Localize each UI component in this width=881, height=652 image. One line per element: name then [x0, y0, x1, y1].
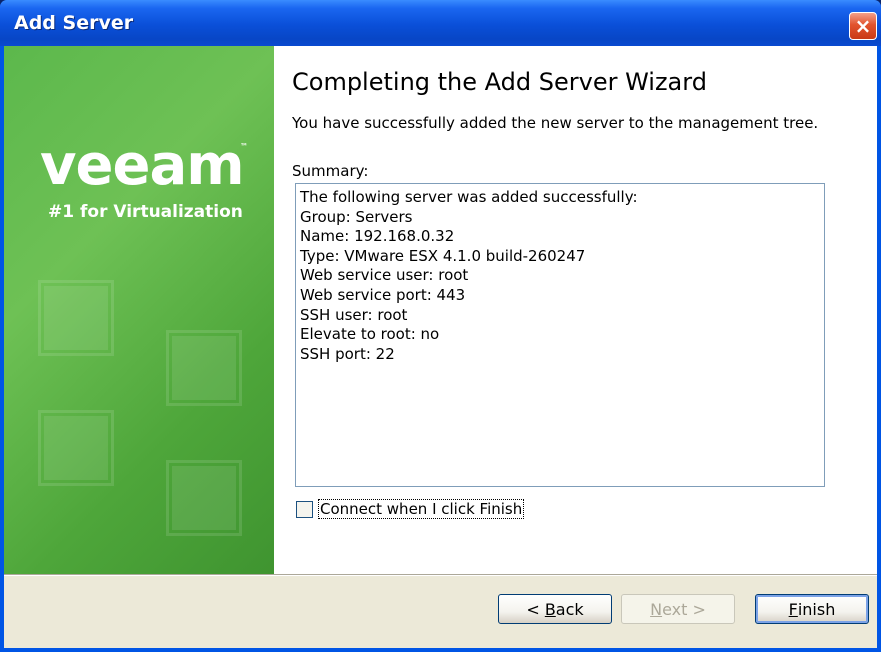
summary-line: Name: 192.168.0.32 [300, 227, 455, 246]
connect-checkbox-label[interactable]: Connect when I click Finish [317, 499, 525, 519]
wizard-client-area: veeam ™ #1 for Virtualization Completing… [4, 46, 877, 648]
page-title: Completing the Add Server Wizard [292, 68, 707, 96]
back-button[interactable]: < Back [498, 594, 612, 624]
close-icon: × [854, 14, 872, 38]
banner-decoration [38, 410, 114, 486]
wizard-content: Completing the Add Server Wizard You hav… [274, 46, 877, 574]
finish-button-accesskey: F [788, 599, 798, 619]
finish-button[interactable]: Finish [755, 594, 869, 624]
summary-line: SSH port: 22 [300, 344, 395, 363]
back-button-prefix: < [526, 599, 545, 619]
summary-line: Group: Servers [300, 207, 413, 226]
banner-tagline: #1 for Virtualization [48, 202, 243, 222]
button-separator [4, 574, 877, 576]
summary-label: Summary: [292, 162, 369, 180]
page-subtitle: You have successfully added the new serv… [292, 114, 819, 132]
banner-decoration [38, 280, 114, 356]
finish-button-label: inish [797, 599, 836, 619]
summary-line: SSH user: root [300, 305, 408, 324]
close-button[interactable]: × [849, 12, 877, 40]
next-button-accesskey: N [650, 599, 663, 619]
connect-option[interactable]: Connect when I click Finish [296, 498, 525, 520]
next-button-label: ext > [662, 599, 706, 619]
window-title: Add Server [14, 12, 134, 34]
summary-line: Web service user: root [300, 266, 469, 285]
summary-line: The following server was added successfu… [300, 188, 638, 206]
summary-line: Type: VMware ESX 4.1.0 build-260247 [300, 246, 586, 265]
banner-decoration [166, 460, 242, 536]
title-bar[interactable]: Add Server × [0, 0, 881, 46]
summary-line: Web service port: 443 [300, 285, 466, 304]
banner-decoration [166, 330, 242, 406]
back-button-label: ack [555, 599, 584, 619]
logo-trademark: ™ [240, 142, 248, 151]
veeam-banner: veeam ™ #1 for Virtualization [4, 46, 274, 574]
connect-checkbox[interactable] [296, 500, 313, 518]
next-button[interactable]: Next > [621, 594, 735, 624]
add-server-window: Add Server × veeam ™ #1 for Virtualizati… [0, 0, 881, 652]
veeam-logo: veeam [40, 133, 245, 198]
summary-textbox[interactable]: The following server was added successfu… [295, 183, 825, 487]
summary-line: Elevate to root: no [300, 325, 440, 344]
back-button-accesskey: B [544, 599, 556, 619]
